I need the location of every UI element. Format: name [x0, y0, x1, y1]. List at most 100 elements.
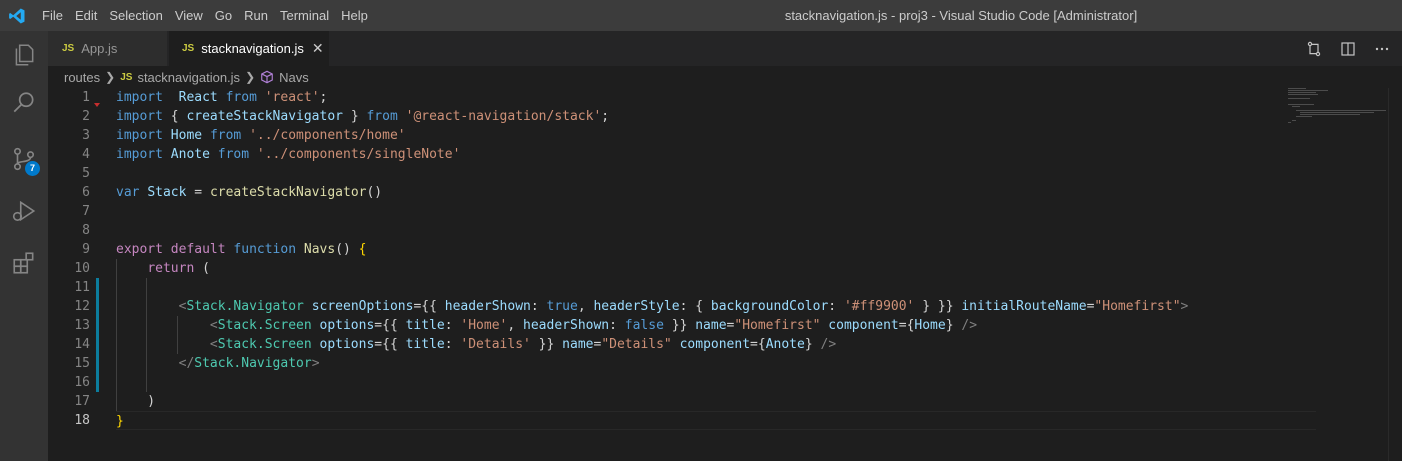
code-token: return [147, 261, 195, 276]
code-line[interactable]: import { createStackNavigator } from '@r… [116, 107, 1316, 126]
code-token: screenOptions [311, 299, 414, 314]
code-token: : { [679, 299, 711, 314]
menu-item-terminal[interactable]: Terminal [274, 0, 335, 31]
code-line[interactable] [116, 373, 1316, 392]
code-token: headerShown [523, 318, 610, 333]
code-token: initialRouteName [961, 299, 1087, 314]
code-token: ; [601, 109, 610, 124]
code-content[interactable]: import React from 'react'; import { creat… [116, 88, 1316, 430]
code-line[interactable]: } [116, 411, 1316, 430]
code-token: headerStyle [593, 299, 680, 314]
code-token: function [233, 242, 297, 257]
close-icon[interactable]: ✕ [312, 40, 324, 57]
code-line[interactable]: export default function Navs() { [116, 240, 1316, 259]
chevron-right-icon: ❯ [245, 70, 256, 84]
menu-item-view[interactable]: View [169, 0, 209, 31]
code-token: '../components/home' [249, 128, 406, 143]
code-line[interactable]: import Home from '../components/home' [116, 126, 1316, 145]
menu-bar: File Edit Selection View Go Run Terminal Help [36, 0, 374, 31]
code-line[interactable] [116, 278, 1316, 297]
minimap[interactable] [1288, 88, 1388, 128]
code-token: : [609, 318, 625, 333]
line-number: 11 [74, 280, 90, 295]
code-token: 'react' [264, 90, 320, 105]
explorer-icon[interactable] [0, 31, 48, 79]
tab-app-js[interactable]: JS App.js [48, 31, 168, 66]
search-icon[interactable] [0, 79, 48, 127]
code-token: = [186, 185, 210, 200]
code-token: createStackNavigator [186, 109, 343, 124]
menu-item-run[interactable]: Run [238, 0, 274, 31]
tab-label: stacknavigation.js [201, 41, 304, 56]
code-token: '#ff9900' [843, 299, 915, 314]
code-line[interactable] [116, 164, 1316, 183]
code-line[interactable]: import React from 'react'; [116, 88, 1316, 107]
open-changes-icon[interactable] [1300, 31, 1328, 66]
code-token: export [116, 242, 163, 257]
breadcrumb-folder[interactable]: routes [64, 70, 100, 85]
code-token: import [116, 147, 163, 162]
symbol-function-icon [260, 70, 274, 84]
tab-label: App.js [81, 41, 118, 56]
code-line[interactable] [116, 221, 1316, 240]
code-token: "Homefirst" [1094, 299, 1181, 314]
code-token: '../components/singleNote' [256, 147, 461, 162]
code-token: () [366, 185, 383, 200]
code-line[interactable]: ) [116, 392, 1316, 411]
code-token: }} [530, 337, 563, 352]
js-file-icon: JS [120, 71, 133, 83]
code-line[interactable] [116, 202, 1316, 221]
code-token: } [804, 337, 821, 352]
code-token: > [311, 356, 320, 371]
menu-item-help[interactable]: Help [335, 0, 374, 31]
line-number: 13 [74, 318, 90, 333]
code-token: ) [116, 394, 156, 409]
menu-item-selection[interactable]: Selection [103, 0, 168, 31]
more-actions-icon[interactable] [1368, 31, 1396, 66]
code-token: < [209, 318, 218, 333]
code-token: name [695, 318, 727, 333]
split-editor-icon[interactable] [1334, 31, 1362, 66]
code-line[interactable]: <Stack.Screen options={{ title: 'Home', … [116, 316, 1316, 335]
breadcrumb-symbol[interactable]: Navs [279, 70, 309, 85]
vertical-scrollbar[interactable] [1388, 88, 1402, 461]
menu-item-edit[interactable]: Edit [69, 0, 103, 31]
code-token: Stack.Screen [217, 337, 312, 352]
code-token: title [405, 318, 445, 333]
line-number-gutter: 1 2 3 4 5 6 7 8 9 10 11 12 13 14 15 16 17 18 [48, 88, 102, 430]
code-token: options [319, 318, 375, 333]
editor-actions [1300, 31, 1402, 66]
code-line[interactable]: var Stack = createStackNavigator() [116, 183, 1316, 202]
chevron-right-icon: ❯ [105, 70, 116, 84]
code-line[interactable]: import Anote from '../components/singleN… [116, 145, 1316, 164]
extensions-icon[interactable] [0, 239, 48, 287]
code-token: ( [194, 261, 210, 276]
code-token: : [530, 299, 547, 314]
code-token: "Details" [601, 337, 672, 352]
run-debug-icon[interactable] [0, 187, 48, 235]
code-token: , [507, 318, 524, 333]
code-token: 'Home' [460, 318, 508, 333]
menu-item-file[interactable]: File [36, 0, 69, 31]
tab-stacknavigation-js[interactable]: JS stacknavigation.js ✕ [169, 31, 329, 66]
line-number: 6 [82, 185, 90, 200]
code-line[interactable]: </Stack.Navigator> [116, 354, 1316, 373]
code-line[interactable]: <Stack.Navigator screenOptions={{ header… [116, 297, 1316, 316]
code-line[interactable]: return ( [116, 259, 1316, 278]
source-control-icon[interactable]: 7 [0, 135, 48, 183]
code-editor[interactable]: 1 2 3 4 5 6 7 8 9 10 11 12 13 14 15 16 17 18 import React… [48, 88, 1402, 461]
menu-item-go[interactable]: Go [209, 0, 238, 31]
code-token: { [162, 109, 187, 124]
code-line[interactable]: <Stack.Screen options={{ title: 'Details… [116, 335, 1316, 354]
vscode-logo-icon [9, 8, 25, 24]
breadcrumb-file[interactable]: stacknavigation.js [137, 70, 240, 85]
line-number: 18 [74, 413, 90, 428]
breakpoint-marker [94, 103, 100, 107]
